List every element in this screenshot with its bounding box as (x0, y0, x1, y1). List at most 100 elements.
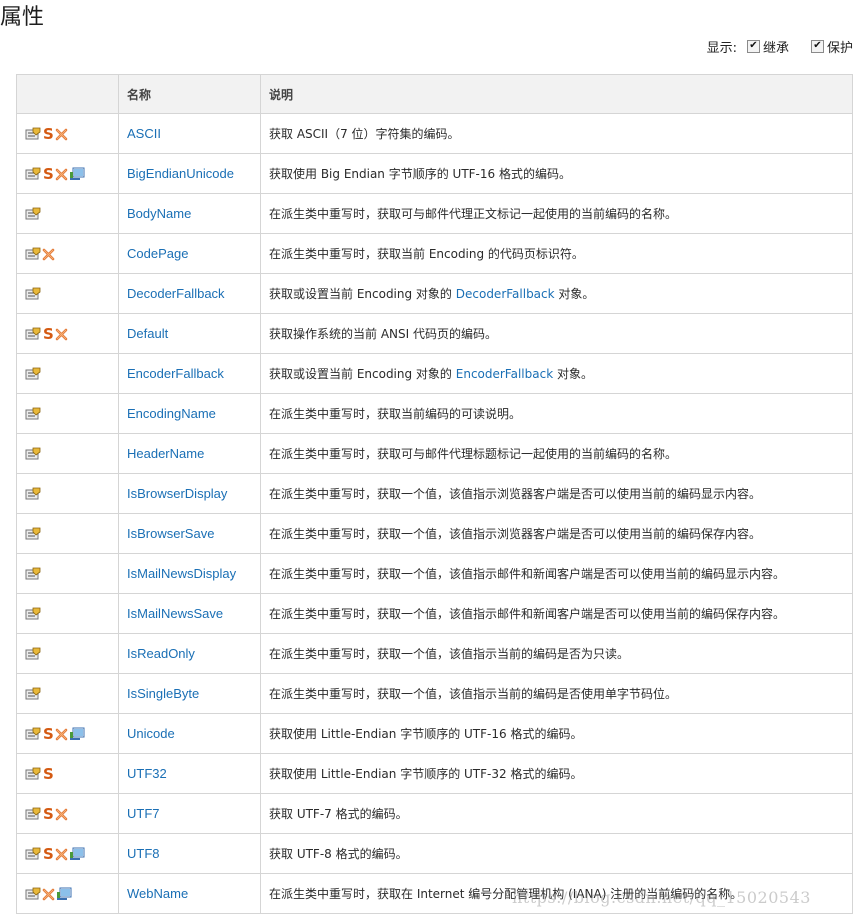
table-row: DecoderFallback 获取或设置当前 Encoding 对象的 Deco… (16, 273, 853, 314)
xna-icon (55, 126, 69, 141)
member-icons-cell (16, 873, 119, 914)
member-icons-cell: S (16, 113, 119, 154)
member-icons-cell (16, 353, 119, 394)
member-name-link[interactable]: DecoderFallback (127, 286, 225, 301)
description-type-link[interactable]: EncoderFallback (456, 367, 553, 381)
member-name-link[interactable]: HeaderName (127, 446, 204, 461)
member-name-cell: IsBrowserSave (118, 513, 261, 554)
member-name-link[interactable]: ASCII (127, 126, 161, 141)
member-name-cell: Unicode (118, 713, 261, 754)
description-text: 在派生类中重写时，获取当前编码的可读说明。 (269, 407, 522, 421)
member-description-cell: 获取使用 Little-Endian 字节顺序的 UTF-32 格式的编码。 (260, 753, 853, 794)
member-name-cell: IsMailNewsSave (118, 593, 261, 634)
member-name-cell: IsSingleByte (118, 673, 261, 714)
member-description-cell: 获取或设置当前 Encoding 对象的 DecoderFallback 对象。 (260, 273, 853, 314)
member-icons-cell: S (16, 313, 119, 354)
member-description-cell: 在派生类中重写时，获取一个值，该值指示浏览器客户端是否可以使用当前的编码显示内容… (260, 473, 853, 514)
member-icons-cell (16, 633, 119, 674)
member-name-link[interactable]: UTF8 (127, 846, 160, 861)
member-name-link[interactable]: IsBrowserSave (127, 526, 214, 541)
description-text: 获取 UTF-8 格式的编码。 (269, 847, 408, 861)
member-icons-cell (16, 473, 119, 514)
member-name-cell: WebName (118, 873, 261, 914)
member-name-link[interactable]: EncodingName (127, 406, 216, 421)
property-icon (25, 366, 42, 382)
member-description-cell: 在派生类中重写时，获取一个值，该值指示当前的编码是否使用单字节码位。 (260, 673, 853, 714)
property-icon (25, 766, 42, 782)
inherited-checkbox[interactable]: ✔ (746, 39, 760, 53)
property-icon (25, 686, 42, 702)
member-name-link[interactable]: IsMailNewsDisplay (127, 566, 236, 581)
member-name-link[interactable]: BodyName (127, 206, 191, 221)
member-name-cell: EncoderFallback (118, 353, 261, 394)
property-icon (25, 326, 42, 342)
table-row: IsMailNewsSave 在派生类中重写时，获取一个值，该值指示邮件和新闻客户… (16, 593, 853, 634)
description-text: 获取 ASCII（7 位）字符集的编码。 (269, 127, 460, 141)
member-name-link[interactable]: UTF7 (127, 806, 160, 821)
table-row: IsBrowserSave 在派生类中重写时，获取一个值，该值指示浏览器客户端是否… (16, 513, 853, 554)
description-text: 获取或设置当前 Encoding 对象的 (269, 367, 456, 381)
member-icons-cell (16, 273, 119, 314)
member-name-cell: DecoderFallback (118, 273, 261, 314)
protected-filter-option[interactable]: ✔ 保护 (807, 37, 853, 56)
member-icons-cell: S (16, 753, 119, 794)
protected-checkbox[interactable]: ✔ (810, 39, 824, 53)
table-header-row: 名称 说明 (16, 74, 853, 114)
member-description-cell: 获取 UTF-7 格式的编码。 (260, 793, 853, 834)
xna-icon (55, 166, 69, 181)
description-text: 获取或设置当前 Encoding 对象的 (269, 287, 456, 301)
member-name-link[interactable]: Default (127, 326, 168, 341)
member-name-cell: IsBrowserDisplay (118, 473, 261, 514)
static-icon: S (43, 805, 54, 824)
property-icon (25, 126, 42, 142)
portable-icon (69, 726, 86, 742)
static-icon: S (43, 325, 54, 344)
member-name-link[interactable]: IsBrowserDisplay (127, 486, 227, 501)
member-name-link[interactable]: BigEndianUnicode (127, 166, 234, 181)
property-icon (25, 846, 42, 862)
member-icons-cell (16, 193, 119, 234)
description-text: 在派生类中重写时，获取一个值，该值指示浏览器客户端是否可以使用当前的编码显示内容… (269, 487, 762, 501)
description-text: 对象。 (554, 287, 595, 301)
filter-label: 显示: (706, 40, 737, 56)
member-name-link[interactable]: Unicode (127, 726, 175, 741)
member-icons-cell (16, 393, 119, 434)
member-icons-cell: S (16, 793, 119, 834)
member-filter-bar: 显示: ✔ 继承 ✔ 保护 (707, 36, 853, 56)
inherited-filter-option[interactable]: ✔ 继承 (743, 37, 789, 56)
member-name-link[interactable]: IsMailNewsSave (127, 606, 223, 621)
property-icon (25, 646, 42, 662)
member-name-link[interactable]: WebName (127, 886, 188, 901)
table-row: EncodingName 在派生类中重写时，获取当前编码的可读说明。 (16, 393, 853, 434)
member-icons-cell (16, 673, 119, 714)
member-name-link[interactable]: IsSingleByte (127, 686, 199, 701)
property-icon (25, 566, 42, 582)
member-description-cell: 获取使用 Little-Endian 字节顺序的 UTF-16 格式的编码。 (260, 713, 853, 754)
static-icon: S (43, 765, 54, 784)
protected-filter-label: 保护 (826, 40, 853, 56)
member-icons-cell: S (16, 833, 119, 874)
member-name-cell: UTF8 (118, 833, 261, 874)
member-description-cell: 获取使用 Big Endian 字节顺序的 UTF-16 格式的编码。 (260, 153, 853, 194)
static-icon: S (43, 125, 54, 144)
description-text: 在派生类中重写时，获取当前 Encoding 的代码页标识符。 (269, 247, 584, 261)
member-name-link[interactable]: CodePage (127, 246, 188, 261)
portable-icon (69, 166, 86, 182)
description-type-link[interactable]: DecoderFallback (456, 287, 555, 301)
xna-icon (42, 246, 56, 261)
member-name-cell: HeaderName (118, 433, 261, 474)
member-name-link[interactable]: UTF32 (127, 766, 167, 781)
member-description-cell: 在派生类中重写时，获取可与邮件代理正文标记一起使用的当前编码的名称。 (260, 193, 853, 234)
description-text: 在派生类中重写时，获取一个值，该值指示邮件和新闻客户端是否可以使用当前的编码保存… (269, 607, 786, 621)
table-row: EncoderFallback 获取或设置当前 Encoding 对象的 Enco… (16, 353, 853, 394)
table-row: S UTF32 获取使用 Little-Endian 字节顺序的 UTF-32 格式… (16, 753, 853, 794)
property-icon (25, 486, 42, 502)
member-name-link[interactable]: IsReadOnly (127, 646, 195, 661)
member-icons-cell: S (16, 153, 119, 194)
member-name-cell: BodyName (118, 193, 261, 234)
member-description-cell: 在派生类中重写时，获取可与邮件代理标题标记一起使用的当前编码的名称。 (260, 433, 853, 474)
member-icons-cell: S (16, 713, 119, 754)
member-name-link[interactable]: EncoderFallback (127, 366, 224, 381)
member-description-cell: 获取 UTF-8 格式的编码。 (260, 833, 853, 874)
member-icons-cell (16, 433, 119, 474)
